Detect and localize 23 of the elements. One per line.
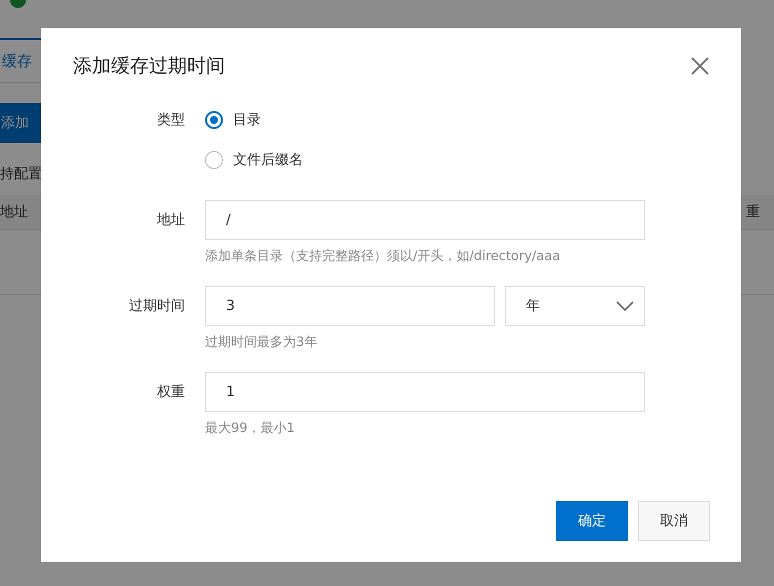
input-field[interactable]: / (205, 200, 645, 240)
radio-label[interactable]: 文件后缀名 (233, 150, 303, 170)
field-label: 权重 (156, 383, 185, 402)
input-field[interactable]: 1 (205, 372, 645, 412)
radio-button[interactable] (205, 111, 223, 129)
field-label: 过期时间 (128, 297, 185, 316)
section-label: 持配置 (0, 165, 43, 183)
column-header: 地址 (0, 203, 28, 221)
confirm-button[interactable]: 确定 (556, 501, 628, 541)
help-text: 过期时间最多为3年 (205, 334, 318, 352)
cancel-button[interactable]: 取消 (638, 501, 710, 541)
chevron-down-icon (616, 301, 634, 311)
input-field[interactable]: 3 (205, 286, 495, 326)
close-icon[interactable] (690, 56, 710, 76)
column-header: 重 (746, 203, 760, 221)
field-label: 类型 (156, 111, 185, 130)
dialog-title: 添加缓存过期时间 (73, 54, 225, 79)
radio-label[interactable]: 目录 (233, 110, 261, 130)
help-text: 添加单条目录（支持完整路径）须以/开头，如/directory/aaa (205, 248, 562, 266)
unit-select[interactable]: 年 (505, 286, 645, 326)
field-label: 地址 (156, 211, 185, 230)
radio-button[interactable] (205, 151, 223, 169)
help-text: 最大99，最小1 (205, 420, 296, 438)
